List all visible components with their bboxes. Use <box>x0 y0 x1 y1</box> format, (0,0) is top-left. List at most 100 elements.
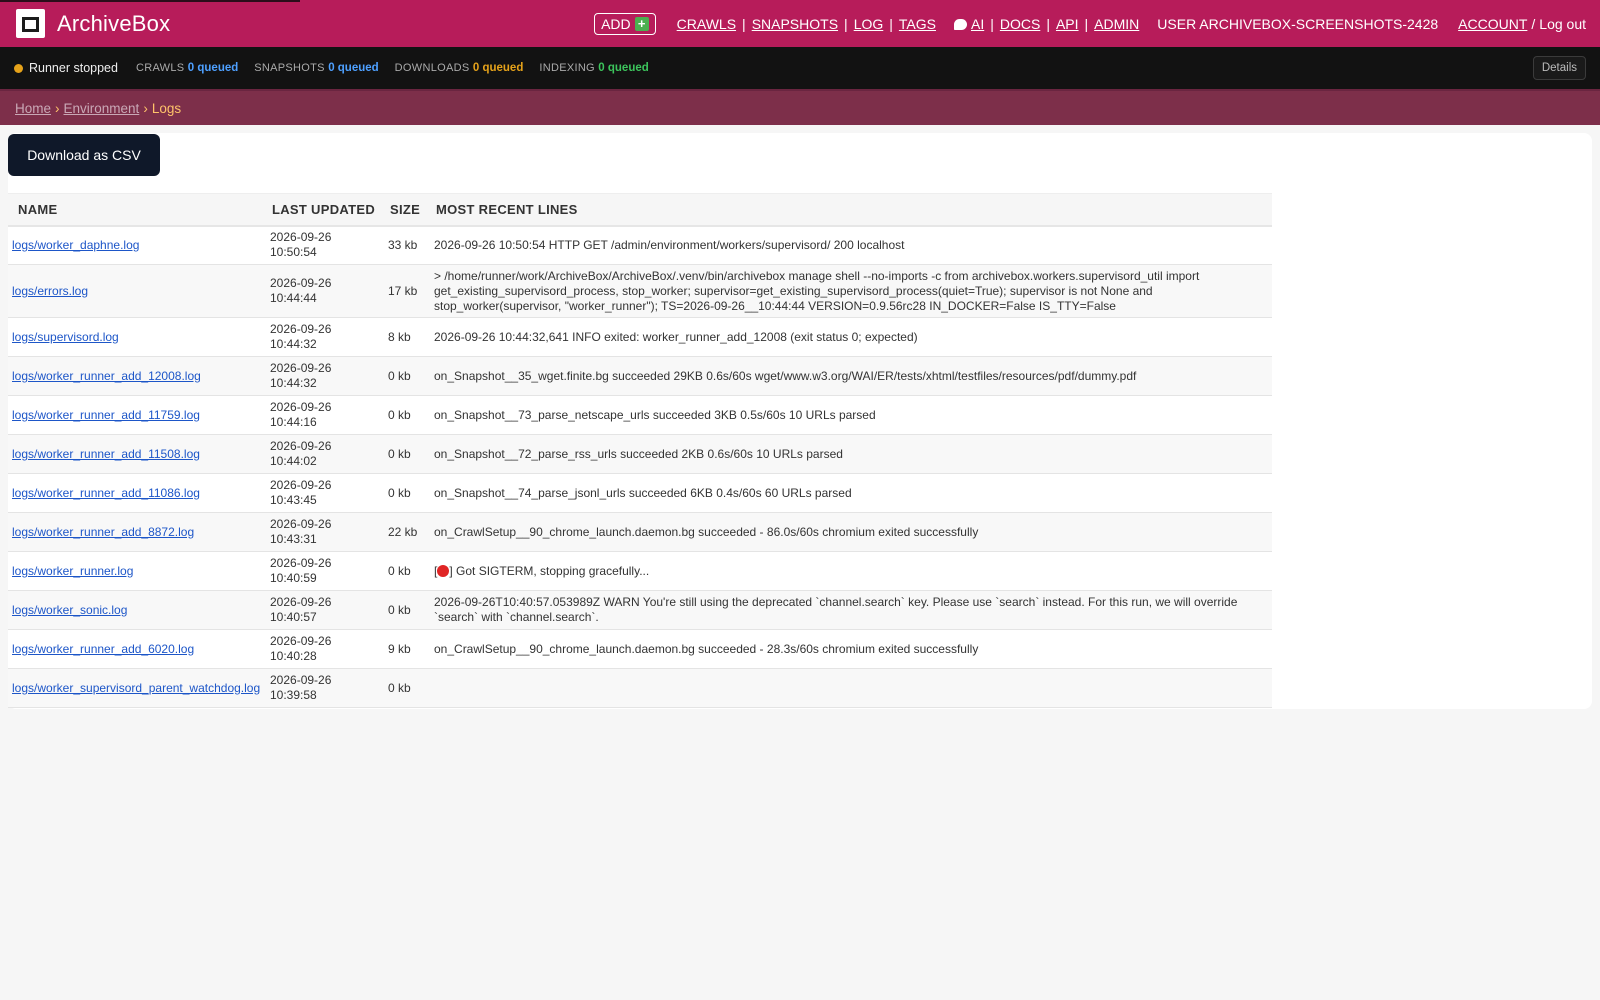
recent-lines-cell: 2026-09-26T10:40:57.053989Z WARN You're … <box>430 590 1272 630</box>
nav-docs[interactable]: DOCS <box>1000 16 1040 32</box>
nav-log[interactable]: LOG <box>854 16 884 32</box>
log-file-link[interactable]: logs/worker_runner_add_6020.log <box>12 642 194 656</box>
last-updated-time: 10:43:45 <box>270 493 317 507</box>
recent-lines-text: > /home/runner/work/ArchiveBox/ArchiveBo… <box>434 268 1200 313</box>
table-row: logs/worker_daphne.log 2026-09-26 10:50:54… <box>8 225 1272 265</box>
size-cell: 0 kb <box>384 551 430 591</box>
last-updated-cell: 2026-09-26 10:40:57 <box>266 590 384 630</box>
log-file-link[interactable]: logs/worker_runner_add_11759.log <box>12 408 200 422</box>
add-button[interactable]: ADD + <box>594 12 656 35</box>
log-name-cell: logs/worker_runner_add_6020.log <box>8 629 266 669</box>
plus-icon: + <box>634 16 649 31</box>
recent-lines-text: on_Snapshot__73_parse_netscape_urls succ… <box>434 407 876 422</box>
column-header-last-updated[interactable]: LAST UPDATED <box>266 193 384 227</box>
indexing-stat-label: INDEXING <box>539 62 595 74</box>
size-cell: 0 kb <box>384 434 430 474</box>
table-row: logs/worker_runner_add_12008.log 2026-09-… <box>8 356 1272 396</box>
nav-crawls[interactable]: CRAWLS <box>677 16 736 32</box>
log-file-link[interactable]: logs/worker_runner_add_11086.log <box>12 486 200 500</box>
table-row: logs/worker_runner_add_11508.log 2026-09-… <box>8 434 1272 474</box>
column-header-most-recent-lines[interactable]: MOST RECENT LINES <box>430 193 1272 227</box>
downloads-stat: DOWNLOADS 0 queued <box>395 62 524 74</box>
last-updated-cell: 2026-09-26 10:50:54 <box>266 225 384 265</box>
downloads-stat-value: 0 queued <box>472 62 524 74</box>
table-row: logs/errors.log 2026-09-26 10:44:44 17 kb > … <box>8 264 1272 318</box>
loading-progress-line <box>0 0 300 2</box>
logs-panel: Download as CSV NAME LAST UPDATED SIZE M… <box>8 133 1592 709</box>
log-file-link[interactable]: logs/worker_runner_add_11508.log <box>12 447 200 461</box>
last-updated-cell: 2026-09-26 10:40:59 <box>266 551 384 591</box>
last-updated-time: 10:44:32 <box>270 337 317 351</box>
table-row: logs/worker_runner_add_8872.log 2026-09-2… <box>8 512 1272 552</box>
recent-lines-cell: 2026-09-26 10:44:32,641 INFO exited: wor… <box>430 317 1272 357</box>
runner-status-dot-icon <box>14 63 23 73</box>
logout-link[interactable]: Log out <box>1539 16 1586 32</box>
log-file-link[interactable]: logs/worker_sonic.log <box>12 603 127 617</box>
download-csv-button[interactable]: Download as CSV <box>8 134 160 176</box>
log-file-link[interactable]: logs/worker_runner_add_8872.log <box>12 525 194 539</box>
details-button[interactable]: Details <box>1532 56 1586 80</box>
size-cell: 0 kb <box>384 356 430 396</box>
size-cell: 0 kb <box>384 395 430 435</box>
recent-lines-cell: on_Snapshot__74_parse_jsonl_urls succeed… <box>430 473 1272 513</box>
stop-sign-icon <box>437 564 450 577</box>
nav-api[interactable]: API <box>1056 16 1079 32</box>
breadcrumb-home[interactable]: Home <box>15 101 51 116</box>
last-updated-cell: 2026-09-26 10:43:45 <box>266 473 384 513</box>
column-header-name[interactable]: NAME <box>8 193 266 227</box>
last-updated-date: 2026-09-26 <box>270 322 332 336</box>
last-updated-date: 2026-09-26 <box>270 230 332 245</box>
recent-lines-text: on_Snapshot__35_wget.finite.bg succeeded… <box>434 368 1137 383</box>
snapshots-stat-value: 0 queued <box>328 62 379 74</box>
recent-lines-cell: 2026-09-26 10:50:54 HTTP GET /admin/envi… <box>430 225 1272 265</box>
last-updated-date: 2026-09-26 <box>270 517 332 531</box>
breadcrumb-environment[interactable]: Environment <box>64 101 140 116</box>
size-cell: 0 kb <box>384 668 430 708</box>
brand-link[interactable]: ArchiveBox <box>16 9 170 38</box>
log-name-cell: logs/worker_supervisord_parent_watchdog.… <box>8 668 266 708</box>
table-row: logs/supervisord.log 2026-09-26 10:44:32 8 … <box>8 317 1272 357</box>
log-name-cell: logs/errors.log <box>8 264 266 318</box>
nav-snapshots[interactable]: SNAPSHOTS <box>752 16 838 32</box>
log-file-link[interactable]: logs/supervisord.log <box>12 330 119 344</box>
indexing-stat-value: 0 queued <box>598 62 649 74</box>
last-updated-time: 10:40:57 <box>270 610 317 624</box>
last-updated-date: 2026-09-26 <box>270 276 332 290</box>
nav-ai[interactable]: AI <box>971 16 984 32</box>
crawls-stat-value: 0 queued <box>187 62 239 74</box>
log-name-cell: logs/worker_daphne.log <box>8 225 266 265</box>
recent-lines-cell: on_Snapshot__72_parse_rss_urls succeeded… <box>430 434 1272 474</box>
log-file-link[interactable]: logs/worker_runner.log <box>12 564 133 578</box>
recent-lines-cell <box>430 668 1272 708</box>
breadcrumb-current: Logs <box>151 100 182 116</box>
table-row: logs/worker_runner_add_11086.log 2026-09-… <box>8 473 1272 513</box>
table-row: logs/worker_sonic.log 2026-09-26 10:40:57 0… <box>8 590 1272 630</box>
logs-table-body: logs/worker_daphne.log 2026-09-26 10:50:54… <box>8 225 1272 708</box>
log-file-link[interactable]: logs/worker_runner_add_12008.log <box>12 369 201 383</box>
runner-status: Runner stopped <box>14 61 118 75</box>
nav-admin[interactable]: ADMIN <box>1094 16 1139 32</box>
last-updated-date: 2026-09-26 <box>270 478 332 492</box>
table-row: logs/worker_supervisord_parent_watchdog.… <box>8 668 1272 708</box>
log-name-cell: logs/supervisord.log <box>8 317 266 357</box>
recent-lines-text: 2026-09-26 10:50:54 HTTP GET /admin/envi… <box>434 237 905 252</box>
size-cell: 9 kb <box>384 629 430 669</box>
table-row: logs/worker_runner_add_6020.log 2026-09-2… <box>8 629 1272 669</box>
account-link[interactable]: ACCOUNT <box>1458 16 1527 32</box>
table-row: logs/worker_runner_add_11759.log 2026-09-… <box>8 395 1272 435</box>
user-label: USER ARCHIVEBOX-SCREENSHOTS-2428 <box>1157 15 1439 32</box>
column-header-size[interactable]: SIZE <box>384 193 430 227</box>
nav-tags[interactable]: TAGS <box>899 16 936 32</box>
last-updated-cell: 2026-09-26 10:40:28 <box>266 629 384 669</box>
last-updated-time: 10:44:02 <box>270 454 317 468</box>
last-updated-cell: 2026-09-26 10:44:02 <box>266 434 384 474</box>
nav-group-primary: CRAWLS | SNAPSHOTS | LOG | TAGS <box>676 15 936 32</box>
recent-lines-text: on_CrawlSetup__90_chrome_launch.daemon.b… <box>434 641 979 656</box>
last-updated-time: 10:44:44 <box>270 291 317 305</box>
log-file-link[interactable]: logs/errors.log <box>12 284 88 298</box>
log-file-link[interactable]: logs/worker_daphne.log <box>12 238 139 252</box>
last-updated-time: 10:44:32 <box>270 376 317 390</box>
log-file-link[interactable]: logs/worker_supervisord_parent_watchdog.… <box>12 681 260 695</box>
recent-lines-cell: on_CrawlSetup__90_chrome_launch.daemon.b… <box>430 512 1272 552</box>
last-updated-date: 2026-09-26 <box>270 400 332 414</box>
